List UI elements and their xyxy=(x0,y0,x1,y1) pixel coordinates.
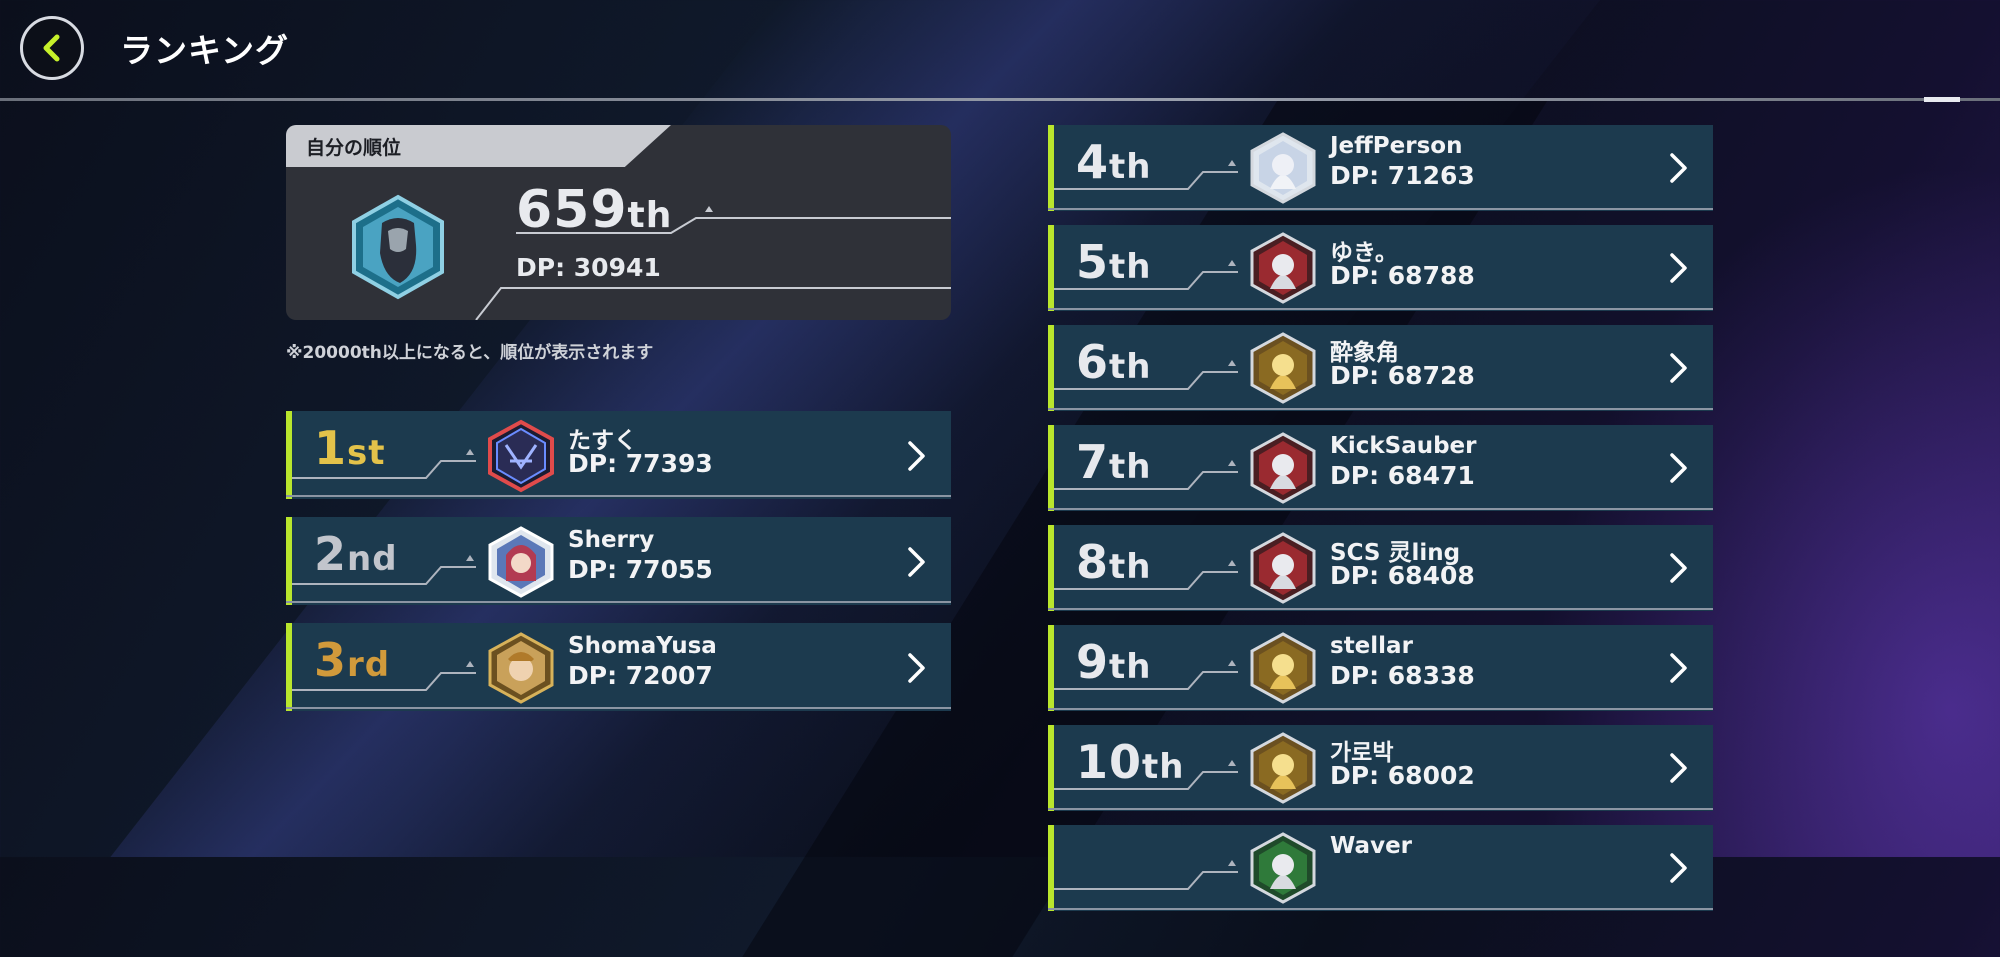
player-name: Waver xyxy=(1330,833,1413,859)
row-rank: 7th xyxy=(1076,435,1152,489)
chevron-right-icon xyxy=(1670,553,1687,583)
row-rank: 5th xyxy=(1076,235,1152,289)
player-avatar-icon xyxy=(1250,632,1316,704)
player-name: ShomaYusa xyxy=(568,633,717,659)
chevron-right-icon xyxy=(1670,253,1687,283)
row-rank: 4th xyxy=(1076,135,1152,189)
header-divider xyxy=(0,98,2000,101)
player-name: stellar xyxy=(1330,633,1413,659)
page-title: ランキング xyxy=(120,31,290,70)
row-rank: 8th xyxy=(1076,535,1152,589)
player-dp: DP: 72007 xyxy=(568,661,713,690)
player-name: Sherry xyxy=(568,527,655,553)
ranking-row-2[interactable]: 2nd Sherry DP: 77055 xyxy=(286,517,951,605)
ranking-row-5[interactable]: 5th ゆき。 DP: 68788 xyxy=(1048,225,1713,311)
ranking-row-4[interactable]: 4th JeffPerson DP: 71263 xyxy=(1048,125,1713,211)
player-dp: DP: 68788 xyxy=(1330,261,1475,290)
chevron-left-icon xyxy=(43,34,60,62)
chevron-right-icon xyxy=(1670,753,1687,783)
player-name: JeffPerson xyxy=(1330,133,1463,159)
ranking-row-7[interactable]: 7th KickSauber DP: 68471 xyxy=(1048,425,1713,511)
row-rank: 6th xyxy=(1076,335,1152,389)
ranking-row-3[interactable]: 3rd ShomaYusa DP: 72007 xyxy=(286,623,951,711)
player-name: KickSauber xyxy=(1330,433,1477,459)
my-dp-value: DP: 30941 xyxy=(516,253,661,282)
header-bar: ランキング xyxy=(0,0,2000,100)
player-avatar-icon xyxy=(1250,832,1316,904)
chevron-right-icon xyxy=(908,653,925,683)
my-avatar-icon xyxy=(352,194,444,300)
player-dp: DP: 68728 xyxy=(1330,361,1475,390)
ranking-row-1[interactable]: 1st たすく DP: 77393 xyxy=(286,411,951,499)
player-dp: DP: 68002 xyxy=(1330,761,1475,790)
ranking-row-10[interactable]: 10th 가로박 DP: 68002 xyxy=(1048,725,1713,811)
row-rank: 1st xyxy=(314,421,386,475)
ranking-row-9[interactable]: 9th stellar DP: 68338 xyxy=(1048,625,1713,711)
header-indicator xyxy=(1924,97,1960,102)
player-dp: DP: 77055 xyxy=(568,555,713,584)
chevron-right-icon xyxy=(1670,353,1687,383)
player-avatar-icon xyxy=(1250,232,1316,304)
row-rank: 3rd xyxy=(314,633,391,687)
player-avatar-icon xyxy=(1250,532,1316,604)
chevron-right-icon xyxy=(908,547,925,577)
ranking-row-11[interactable]: Waver xyxy=(1048,825,1713,911)
player-dp: DP: 68471 xyxy=(1330,461,1475,490)
my-rank-value: 659th xyxy=(516,180,673,240)
player-dp: DP: 68408 xyxy=(1330,561,1475,590)
player-avatar-icon xyxy=(488,526,554,598)
player-dp: DP: 77393 xyxy=(568,449,713,478)
player-dp: DP: 71263 xyxy=(1330,161,1475,190)
chevron-right-icon xyxy=(908,441,925,471)
rank-display-note: ※20000th以上になると、順位が表示されます xyxy=(286,343,654,363)
chevron-right-icon xyxy=(1670,853,1687,883)
back-button[interactable] xyxy=(20,16,84,80)
player-avatar-icon xyxy=(488,632,554,704)
player-avatar-icon xyxy=(1250,332,1316,404)
row-rank: 2nd xyxy=(314,527,398,581)
player-avatar-icon xyxy=(1250,132,1316,204)
player-dp: DP: 68338 xyxy=(1330,661,1475,690)
ranking-row-6[interactable]: 6th 酔象角 DP: 68728 xyxy=(1048,325,1713,411)
player-avatar-icon xyxy=(488,419,554,493)
player-avatar-icon xyxy=(1250,432,1316,504)
player-avatar-icon xyxy=(1250,732,1316,804)
ranking-row-8[interactable]: 8th SCS 灵ling DP: 68408 xyxy=(1048,525,1713,611)
row-rank: 9th xyxy=(1076,635,1152,689)
my-rank-panel: 自分の順位 659th DP: 30941 xyxy=(286,125,951,320)
chevron-right-icon xyxy=(1670,453,1687,483)
row-rank: 10th xyxy=(1076,735,1185,789)
chevron-right-icon xyxy=(1670,653,1687,683)
chevron-right-icon xyxy=(1670,153,1687,183)
